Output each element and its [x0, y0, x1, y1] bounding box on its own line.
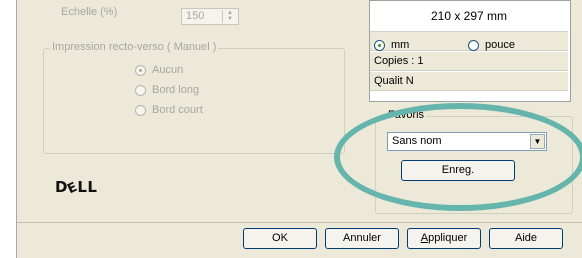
radio-icon — [135, 84, 146, 96]
quality-row: Qualit N — [370, 72, 568, 91]
scale-label: Echelle (%) — [61, 6, 118, 18]
left-window-edge — [0, 0, 16, 258]
page-preview-summary: 210 x 297 mm mm pouce Copies : 1 Qualit … — [369, 0, 571, 102]
radio-icon — [468, 40, 479, 51]
apply-button[interactable]: Appliquer — [407, 228, 481, 249]
settings-panel: Echelle (%) 150 ▲ ▼ Impression recto-ver… — [17, 0, 582, 223]
cancel-label: Annuler — [343, 232, 381, 244]
help-button[interactable]: Aide — [489, 228, 563, 249]
spin-down-icon[interactable]: ▼ — [223, 16, 237, 22]
duplex-option-label: Bord long — [152, 84, 200, 96]
help-label: Aide — [514, 232, 538, 244]
ok-label: OK — [272, 232, 288, 244]
apply-label: Appliquer — [420, 232, 468, 244]
duplex-group-title: Impression recto-verso ( Manuel ) — [50, 41, 219, 53]
scale-spinner[interactable]: 150 ▲ ▼ — [181, 8, 239, 25]
cancel-button[interactable]: Annuler — [325, 228, 399, 249]
duplex-option-label: Aucun — [152, 64, 184, 76]
radio-icon — [135, 104, 146, 116]
radio-selected-icon — [135, 64, 146, 76]
duplex-option-long-edge[interactable]: Bord long — [135, 84, 199, 96]
scale-value: 150 — [186, 10, 205, 22]
radio-selected-icon — [374, 40, 385, 51]
duplex-group: Impression recto-verso ( Manuel ) — [43, 41, 345, 154]
ok-button[interactable]: OK — [243, 228, 317, 249]
duplex-option-short-edge[interactable]: Bord court — [135, 104, 203, 116]
dell-logo: DELL — [55, 178, 98, 198]
printer-preferences-dialog: Echelle (%) 150 ▲ ▼ Impression recto-ver… — [16, 0, 582, 258]
duplex-option-label: Bord court — [152, 104, 203, 116]
highlight-oval — [334, 103, 582, 211]
copies-row: Copies : 1 — [370, 52, 568, 71]
duplex-option-none[interactable]: Aucun — [135, 64, 183, 76]
units-row: mm pouce — [370, 32, 568, 51]
paper-size-text: 210 x 297 mm — [370, 1, 568, 32]
scale-spinner-arrows[interactable]: ▲ ▼ — [222, 10, 237, 23]
